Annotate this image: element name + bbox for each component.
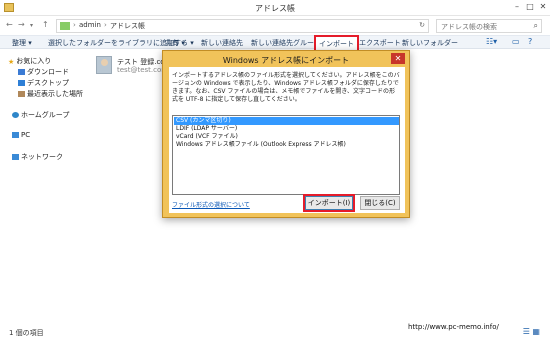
minimize-button[interactable]: – — [510, 1, 524, 13]
preview-pane-icon[interactable]: ▭ — [512, 37, 520, 46]
contact-avatar — [96, 56, 112, 74]
nav-item-network[interactable]: ネットワーク — [12, 152, 63, 162]
format-listbox[interactable]: CSV (カンマ区切り) LDIF (LDAP サーバー) vCard (VCF… — [172, 115, 400, 195]
item-count: 1 個の項目 — [9, 329, 44, 337]
dialog-close-icon[interactable]: ✕ — [391, 53, 405, 64]
up-icon[interactable]: ↑ — [42, 20, 49, 29]
import-dialog: Windows アドレス帳にインポート ✕ インポートするアドレス帳のファイル形… — [162, 50, 410, 218]
help-icon[interactable]: ? — [528, 37, 532, 46]
search-input[interactable] — [441, 21, 529, 32]
recent-places-icon — [18, 91, 25, 97]
refresh-icon[interactable]: ↻ — [419, 21, 425, 29]
search-icon[interactable]: ⌕ — [534, 21, 538, 31]
nav-item-recent-places[interactable]: 最近表示した場所 — [18, 89, 83, 99]
maximize-button[interactable]: □ — [523, 1, 537, 13]
watermark-url: http://www.pc-memo.info/ — [408, 323, 499, 331]
format-option[interactable]: CSV (カンマ区切り) — [174, 117, 399, 125]
close-button[interactable]: ✕ — [536, 1, 550, 13]
view-toggle-icons[interactable]: ☰ ▦ — [523, 327, 540, 336]
desktop-icon — [18, 80, 25, 86]
download-icon — [18, 69, 25, 75]
breadcrumb-item[interactable]: admin — [79, 21, 101, 29]
nav-item-homegroup[interactable]: ホームグループ — [12, 110, 69, 120]
dialog-title: Windows アドレス帳にインポート — [222, 56, 350, 65]
dialog-description: インポートするアドレス帳のファイル形式を選択してください。アドレス帳をこのバージ… — [172, 72, 400, 103]
dialog-import-button[interactable]: インポート(I) — [305, 196, 353, 210]
organize-menu[interactable]: 整理 ▾ — [12, 38, 32, 48]
breadcrumb-separator: › — [104, 21, 107, 29]
address-row: ← → ▾ ↑ › admin › アドレス帳 ↻ ⌕ — [0, 16, 550, 35]
dialog-body: インポートするアドレス帳のファイル形式を選択してください。アドレス帳をこのバージ… — [169, 67, 405, 213]
nav-item-pc[interactable]: PC — [12, 131, 30, 139]
star-icon: ★ — [8, 58, 15, 66]
breadcrumb-separator: › — [73, 21, 76, 29]
format-option[interactable]: vCard (VCF ファイル) — [174, 133, 399, 141]
new-folder-button[interactable]: 新しいフォルダー — [402, 38, 458, 48]
nav-item-desktop[interactable]: デスクトップ — [18, 78, 69, 88]
nav-item-downloads[interactable]: ダウンロード — [18, 67, 69, 77]
contact-email: test@test.com — [117, 66, 169, 74]
pc-icon — [12, 132, 19, 138]
format-option[interactable]: LDIF (LDAP サーバー) — [174, 125, 399, 133]
window-titlebar: アドレス帳 – □ ✕ — [0, 0, 550, 16]
navigation-pane: ★ お気に入り ダウンロード デスクトップ 最近表示した場所 ホームグループ PC… — [0, 50, 90, 322]
breadcrumb-item[interactable]: アドレス帳 — [110, 21, 145, 31]
share-menu[interactable]: 共有 ▾ — [165, 38, 185, 48]
status-bar: 1 個の項目 http://www.pc-memo.info/ ☰ ▦ — [0, 322, 550, 342]
breadcrumb[interactable]: › admin › アドレス帳 ↻ — [56, 19, 429, 33]
nav-item-favorites[interactable]: ★ お気に入り — [8, 56, 51, 66]
search-box[interactable]: ⌕ — [436, 19, 542, 33]
network-icon — [12, 154, 19, 160]
new-contact-group-button[interactable]: 新しい連絡先グループ — [251, 38, 321, 48]
folder-icon — [60, 22, 70, 30]
new-contact-button[interactable]: 新しい連絡先 — [201, 38, 243, 48]
export-button[interactable]: エクスポート — [359, 38, 401, 48]
view-options-icon[interactable]: ☷▾ — [486, 37, 497, 46]
dialog-close-button[interactable]: 閉じる(C) — [360, 196, 400, 210]
format-help-link[interactable]: ファイル形式の選択について — [172, 200, 250, 209]
command-bar: 整理 ▾ 選択したフォルダーをライブラリに追加する ▾ 共有 ▾ 新しい連絡先 … — [0, 35, 550, 53]
forward-icon[interactable]: → — [18, 20, 25, 29]
recent-locations-icon[interactable]: ▾ — [30, 22, 33, 29]
format-option[interactable]: Windows アドレス帳ファイル (Outlook Express アドレス帳… — [174, 141, 399, 149]
back-icon[interactable]: ← — [6, 20, 13, 29]
homegroup-icon — [12, 112, 19, 118]
window-title: アドレス帳 — [255, 4, 295, 13]
